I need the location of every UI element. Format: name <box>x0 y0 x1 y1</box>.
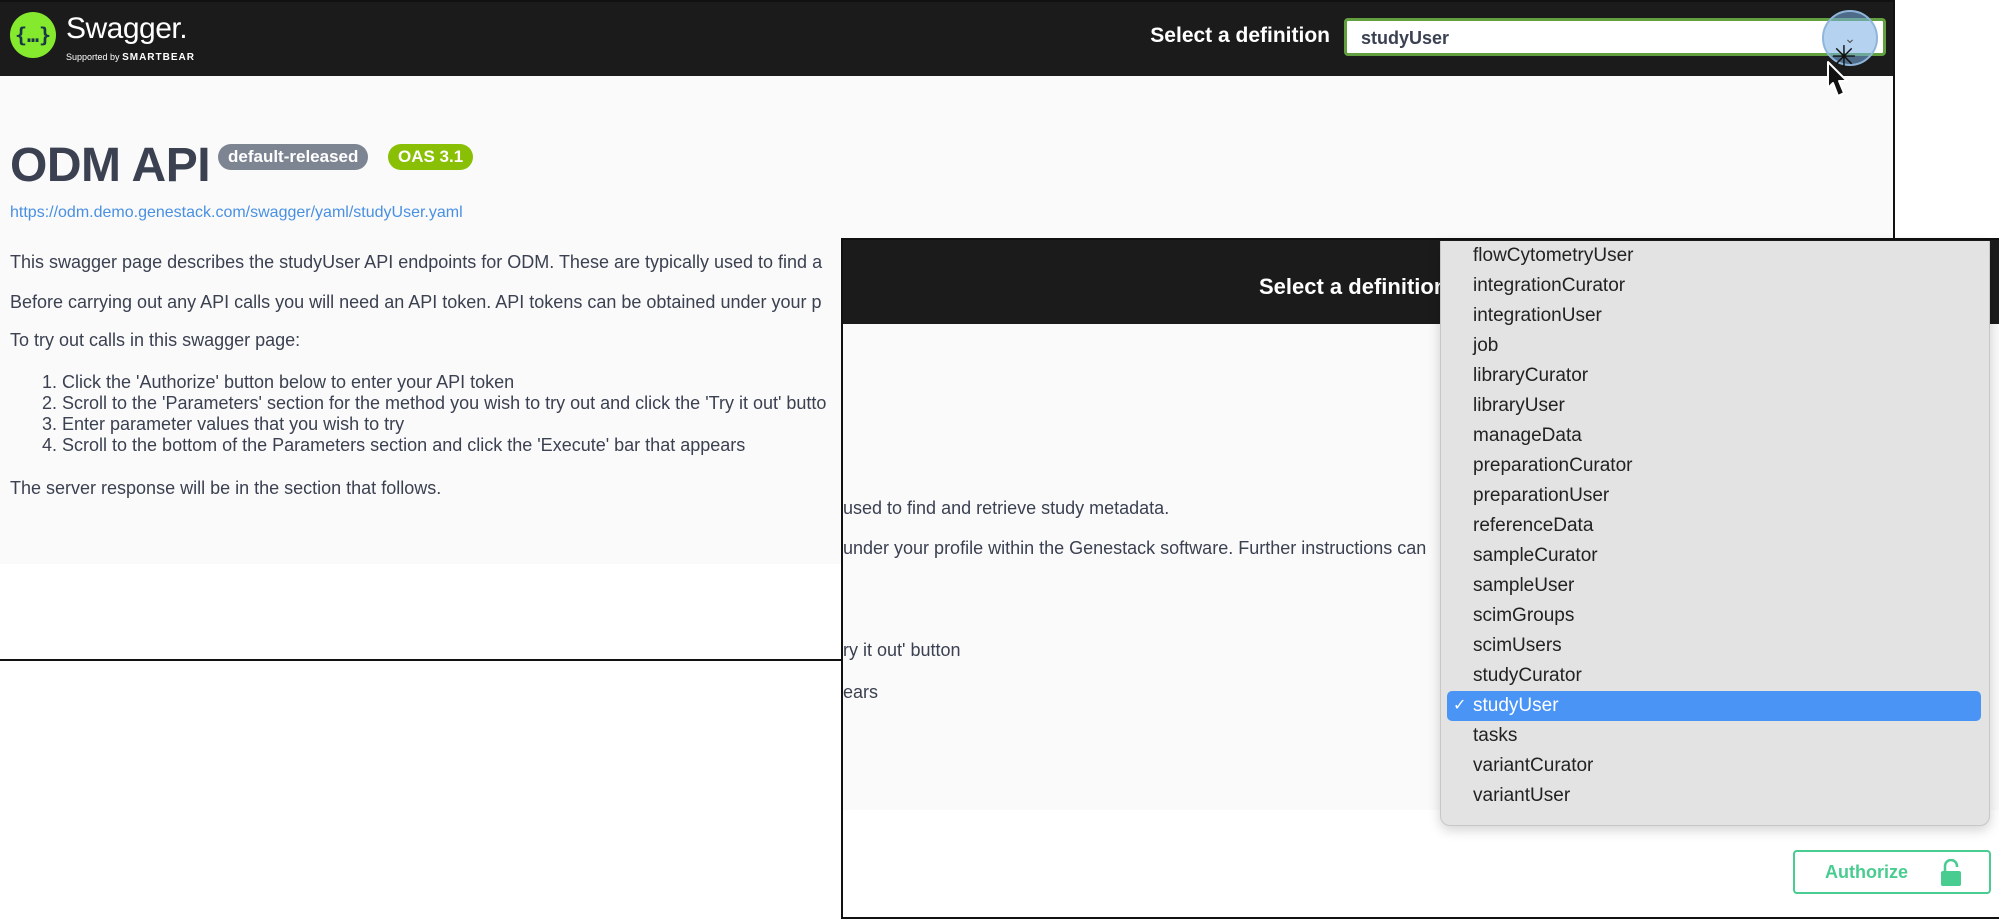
logo-sub-brand: SMARTBEAR <box>122 52 195 63</box>
description-paragraph: This swagger page describes the studyUse… <box>10 252 823 272</box>
definition-select-value: studyUser <box>1361 28 1450 48</box>
authorize-label: Authorize <box>1825 862 1908 882</box>
logo-subtitle: Supported by SMARTBEAR <box>66 52 195 63</box>
swagger-logo-icon[interactable]: {…} <box>10 12 56 58</box>
api-title: ODM API <box>10 139 211 192</box>
dropdown-option[interactable]: preparationUser <box>1447 481 1981 511</box>
step-fragment: ears <box>843 682 879 702</box>
list-item: 1. Click the 'Authorize' button below to… <box>42 372 515 392</box>
dropdown-option[interactable]: studyCurator <box>1447 661 1981 691</box>
dropdown-option[interactable]: sampleCurator <box>1447 541 1981 571</box>
server-response-note: The server response will be in the secti… <box>10 478 442 498</box>
pointer-cursor-icon <box>1827 61 1848 97</box>
list-item: 2. Scroll to the 'Parameters' section fo… <box>42 393 827 413</box>
dropdown-option[interactable]: libraryCurator <box>1447 361 1981 391</box>
select-definition-label-zoomed: Select a definition <box>1259 274 1448 299</box>
dropdown-option[interactable]: integrationUser <box>1447 301 1981 331</box>
dropdown-option[interactable]: preparationCurator <box>1447 451 1981 481</box>
dropdown-option[interactable]: integrationCurator <box>1447 271 1981 301</box>
list-item: 3. Enter parameter values that you wish … <box>42 414 405 434</box>
dropdown-option-selected[interactable]: ✓ studyUser <box>1447 691 1981 721</box>
dropdown-option[interactable]: variantCurator <box>1447 751 1981 781</box>
dropdown-option[interactable]: tasks <box>1447 721 1981 751</box>
dropdown-option[interactable]: scimUsers <box>1447 631 1981 661</box>
description-fragment: used to find and retrieve study metadata… <box>843 498 1170 518</box>
try-intro: To try out calls in this swagger page: <box>10 330 301 350</box>
lock-icon <box>1941 859 1961 886</box>
select-definition-label: Select a definition <box>1150 24 1330 47</box>
token-paragraph: Before carrying out any API calls you wi… <box>10 292 822 312</box>
dropdown-option[interactable]: sampleUser <box>1447 571 1981 601</box>
dropdown-option[interactable]: libraryUser <box>1447 391 1981 421</box>
logo-sub-prefix: Supported by <box>66 52 120 62</box>
logo-name: Swagger. <box>66 12 188 45</box>
dropdown-option[interactable]: scimGroups <box>1447 601 1981 631</box>
dropdown-option[interactable]: flowCytometryUser <box>1447 241 1981 271</box>
dropdown-option-label: studyUser <box>1473 695 1559 716</box>
step-fragment: ry it out' button <box>843 640 961 660</box>
definition-select[interactable]: studyUser <box>1344 18 1886 56</box>
version-badge: default-released <box>218 144 369 170</box>
list-item: 4. Scroll to the bottom of the Parameter… <box>42 435 746 455</box>
steps-list: 1. Click the 'Authorize' button below to… <box>42 372 826 456</box>
authorize-button[interactable]: Authorize <box>1793 850 1991 894</box>
dropdown-option[interactable]: job <box>1447 331 1981 361</box>
topbar: {…} Swagger. Supported by SMARTBEAR Sele… <box>0 2 1893 76</box>
oas-badge: OAS 3.1 <box>388 144 474 170</box>
dropdown-option[interactable]: referenceData <box>1447 511 1981 541</box>
definition-dropdown-menu[interactable]: flowCytometryUser integrationCurator int… <box>1440 241 1990 826</box>
checkmark-icon: ✓ <box>1453 697 1467 714</box>
token-fragment: under your profile within the Genestack … <box>843 538 1427 558</box>
dropdown-option[interactable]: variantUser <box>1447 781 1981 811</box>
spec-url-link[interactable]: https://odm.demo.genestack.com/swagger/y… <box>10 204 463 222</box>
dropdown-option[interactable]: manageData <box>1447 421 1981 451</box>
